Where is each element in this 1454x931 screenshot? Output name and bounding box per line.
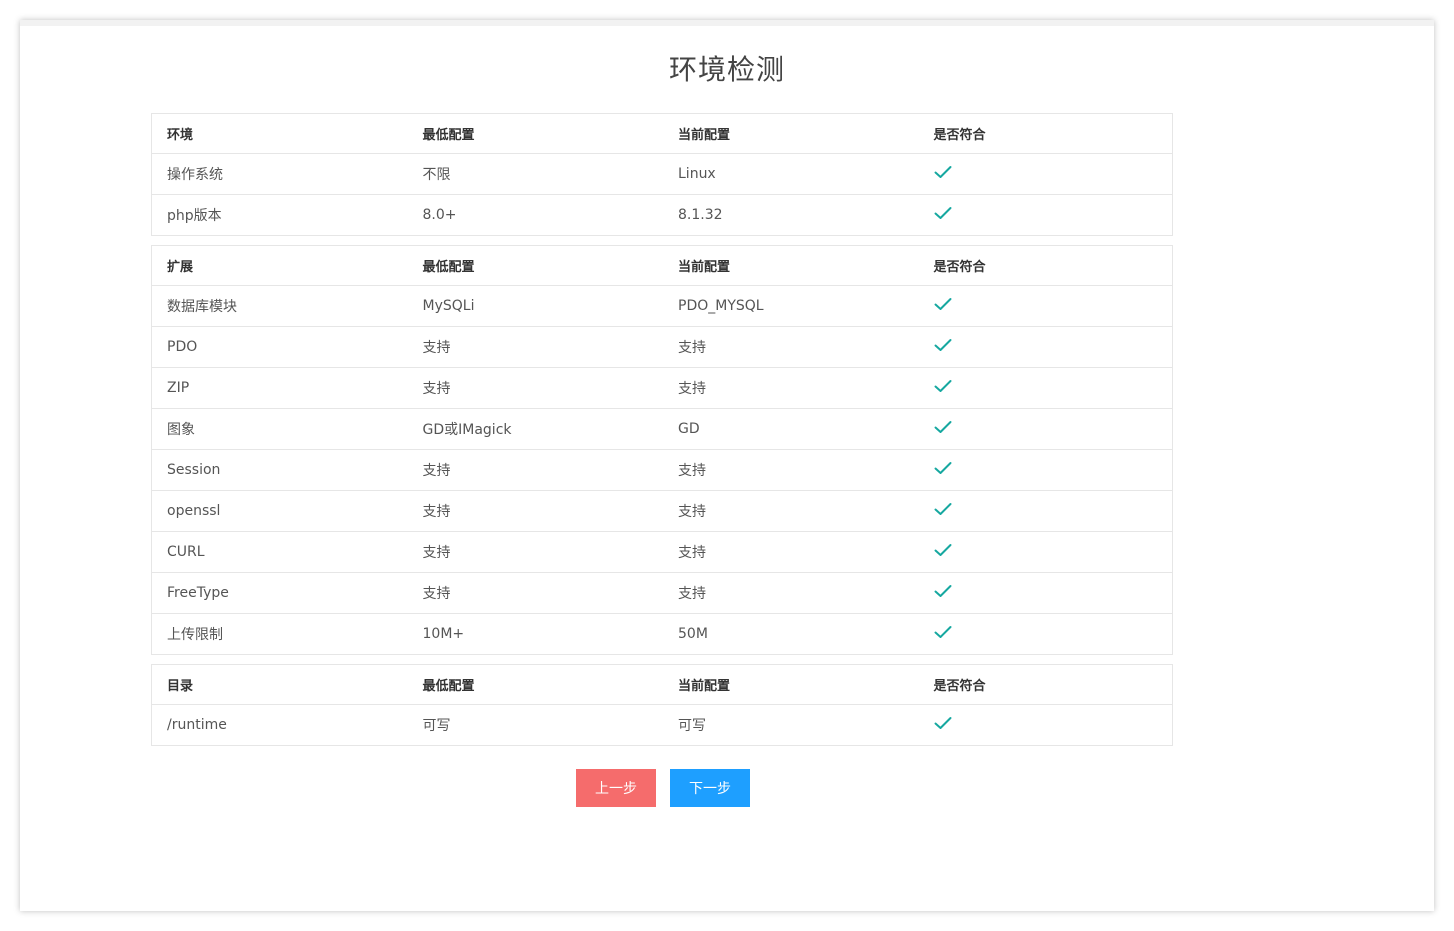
- table-row: 图象 GD或IMagick GD: [152, 408, 1172, 449]
- header-current: 当前配置: [678, 260, 731, 275]
- header-status: 是否符合: [933, 679, 986, 694]
- check-icon: [934, 585, 951, 597]
- cell-status: [919, 502, 1175, 520]
- cell-current: 支持: [678, 463, 706, 479]
- cell-min: 可写: [422, 718, 451, 734]
- cell-min: 支持: [422, 340, 451, 356]
- cell-name: php版本: [167, 208, 222, 224]
- table-row: /runtime 可写 可写: [152, 704, 1172, 745]
- cell-name: PDO: [167, 339, 198, 355]
- check-icon: [934, 544, 951, 556]
- cell-min: 支持: [422, 545, 451, 561]
- table-row: CURL 支持 支持: [152, 531, 1172, 572]
- prev-step-button[interactable]: 上一步: [576, 769, 656, 807]
- header-current: 当前配置: [678, 128, 731, 143]
- check-icon: [934, 380, 951, 392]
- check-icon: [934, 207, 951, 219]
- cell-status: [919, 584, 1175, 602]
- cell-name: openssl: [167, 503, 221, 519]
- table-row: 操作系统 不限 Linux: [152, 153, 1172, 194]
- cell-min: GD或IMagick: [422, 422, 512, 438]
- cell-status: [919, 165, 1175, 183]
- cell-current: 50M: [678, 626, 708, 642]
- check-icon: [934, 339, 951, 351]
- cell-current: 可写: [678, 718, 706, 734]
- cell-status: [919, 625, 1175, 643]
- cell-current: 支持: [678, 545, 706, 561]
- page-title: 环境检测: [668, 53, 785, 86]
- cell-current: PDO_MYSQL: [678, 298, 764, 314]
- table-header-row: 扩展 最低配置 当前配置 是否符合: [152, 246, 1172, 285]
- cell-status: [919, 338, 1175, 356]
- header-status: 是否符合: [933, 260, 986, 275]
- cell-min: 支持: [422, 504, 451, 520]
- table-row: php版本 8.0+ 8.1.32: [152, 194, 1172, 235]
- cell-status: [919, 379, 1175, 397]
- check-icon: [934, 166, 951, 178]
- cell-min: 支持: [422, 381, 451, 397]
- table-row: openssl 支持 支持: [152, 490, 1172, 531]
- cell-current: 支持: [678, 504, 706, 520]
- table-row: FreeType 支持 支持: [152, 572, 1172, 613]
- cell-status: [919, 206, 1175, 224]
- cell-current: Linux: [678, 166, 716, 182]
- header-min: 最低配置: [422, 260, 475, 275]
- check-icon: [934, 421, 951, 433]
- cell-name: 上传限制: [167, 627, 223, 643]
- cell-name: Session: [167, 462, 221, 478]
- check-icon: [934, 298, 951, 310]
- header-current: 当前配置: [678, 679, 731, 694]
- header-min: 最低配置: [422, 679, 475, 694]
- cell-status: [919, 297, 1175, 315]
- cell-current: 支持: [678, 381, 706, 397]
- check-table: 环境 最低配置 当前配置 是否符合操作系统 不限 Linux php版本 8.0+ 8.1.32: [151, 113, 1173, 236]
- check-icon: [934, 462, 951, 474]
- cell-name: 图象: [167, 422, 195, 438]
- cell-min: 10M+: [422, 626, 465, 642]
- cell-current: 支持: [678, 340, 706, 356]
- check-icon: [934, 717, 951, 729]
- install-card: 环境检测 环境 最低配置 当前配置 是否符合 操作系统 不限 Linux php版本 8.0+ 8…: [20, 20, 1434, 911]
- cell-name: 操作系统: [167, 167, 223, 183]
- cell-name: FreeType: [167, 585, 229, 601]
- table-header-row: 目录 最低配置 当前配置 是否符合: [152, 665, 1172, 704]
- cell-min: 支持: [422, 586, 451, 602]
- check-table: 目录 最低配置 当前配置 是否符合/runtime 可写 可写: [151, 664, 1173, 746]
- cell-min: MySQLi: [422, 298, 475, 314]
- cell-current: GD: [678, 421, 700, 437]
- cell-status: [919, 716, 1175, 734]
- header-min: 最低配置: [422, 128, 475, 143]
- check-icon: [934, 626, 951, 638]
- header-name: 环境: [167, 128, 194, 143]
- cell-status: [919, 461, 1175, 479]
- cell-min: 8.0+: [422, 207, 457, 223]
- table-row: 数据库模块 MySQLi PDO_MYSQL: [152, 285, 1172, 326]
- cell-current: 支持: [678, 586, 706, 602]
- table-row: 上传限制 10M+ 50M: [152, 613, 1172, 654]
- header-name: 目录: [167, 679, 194, 694]
- table-header-row: 环境 最低配置 当前配置 是否符合: [152, 114, 1172, 153]
- header-status: 是否符合: [933, 128, 986, 143]
- cell-status: [919, 543, 1175, 561]
- cell-name: CURL: [167, 544, 205, 560]
- table-row: PDO 支持 支持: [152, 326, 1172, 367]
- cell-current: 8.1.32: [678, 207, 723, 223]
- table-row: Session 支持 支持: [152, 449, 1172, 490]
- table-row: ZIP 支持 支持: [152, 367, 1172, 408]
- cell-name: ZIP: [167, 380, 190, 396]
- cell-min: 支持: [422, 463, 451, 479]
- next-step-button[interactable]: 下一步: [670, 769, 750, 807]
- check-icon: [934, 503, 951, 515]
- cell-name: /runtime: [167, 717, 227, 733]
- cell-min: 不限: [422, 167, 451, 183]
- header-name: 扩展: [167, 260, 194, 275]
- check-table: 扩展 最低配置 当前配置 是否符合 数据库模块 MySQLi PDO_MYSQL PDO 支持支…: [151, 245, 1173, 655]
- cell-name: 数据库模块: [167, 299, 237, 315]
- cell-status: [919, 420, 1175, 438]
